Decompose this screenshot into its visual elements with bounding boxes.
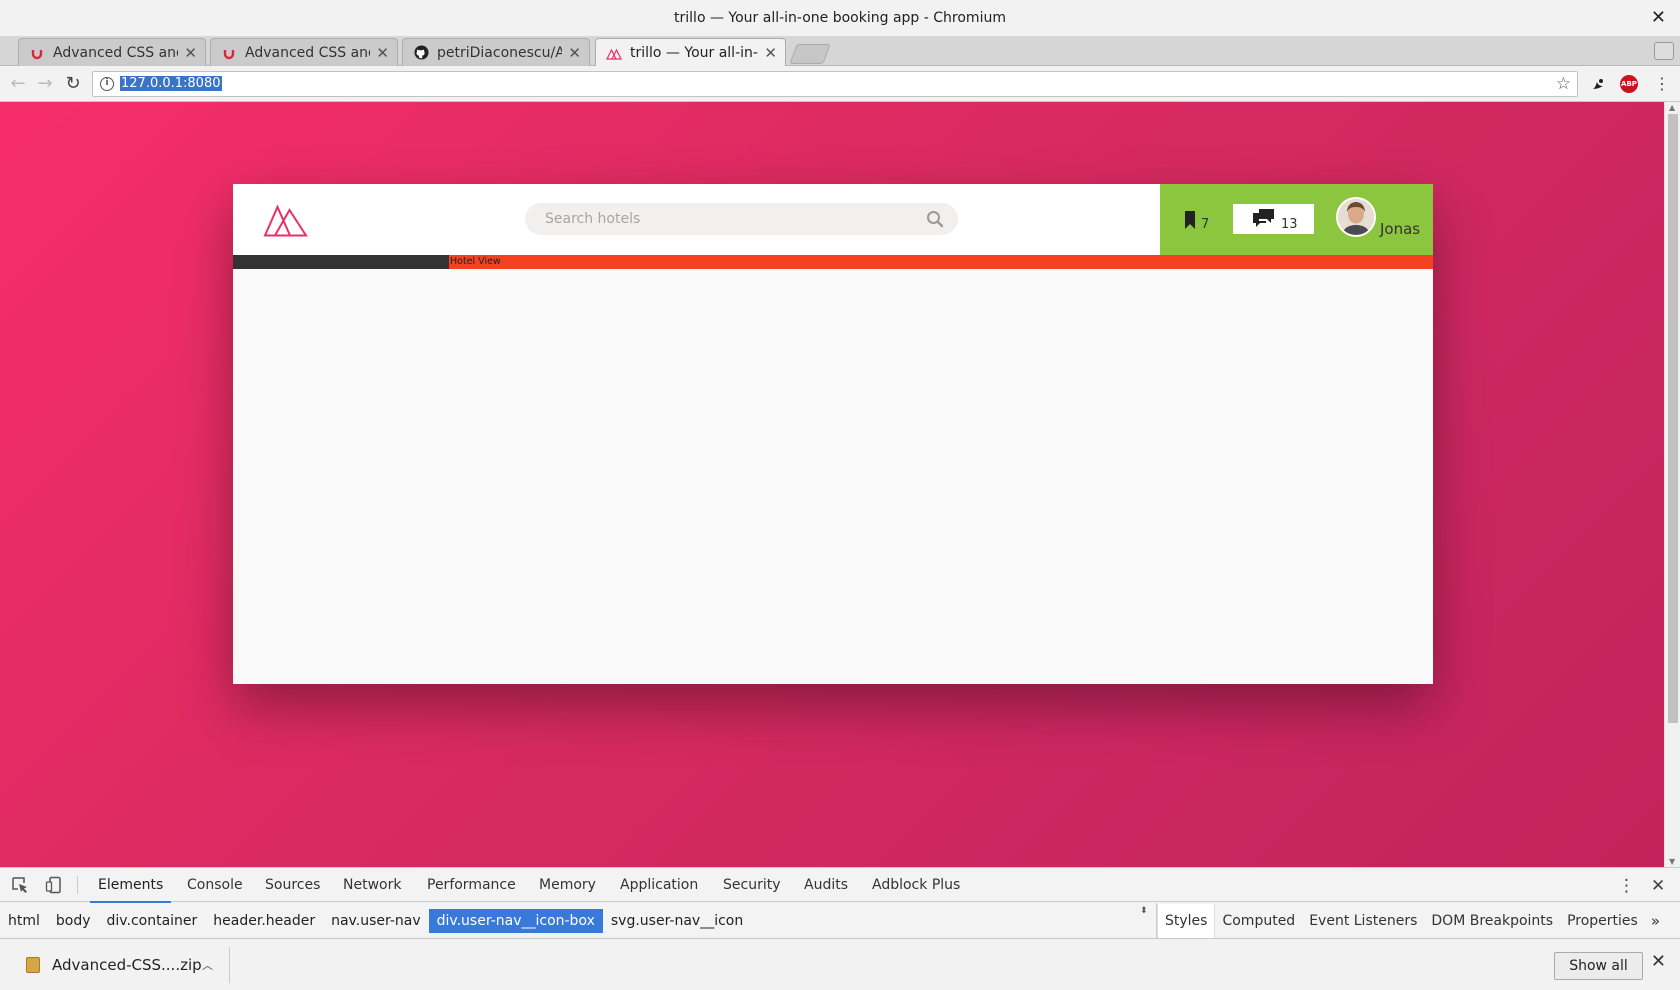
user-profile[interactable]: Jonas — [1336, 197, 1421, 238]
tab-title: trillo — Your all-in-o — [630, 45, 759, 61]
app-container: 7 13 — [233, 184, 1433, 684]
search-icon[interactable] — [926, 210, 944, 228]
adblock-icon[interactable]: ABP — [1620, 75, 1638, 93]
page-viewport: 7 13 — [0, 102, 1664, 867]
devtools-panel: Elements Console Sources Network Perform… — [0, 867, 1680, 939]
window-title: trillo — Your all-in-one booking app - C… — [674, 10, 1006, 26]
devtools-tab-adblock[interactable]: Adblock Plus — [864, 868, 968, 902]
avatar[interactable] — [1336, 197, 1376, 237]
udemy-icon — [29, 45, 45, 61]
info-icon[interactable]: i — [100, 77, 114, 91]
side-tab-event-listeners[interactable]: Event Listeners — [1302, 904, 1424, 938]
download-item[interactable]: Advanced-CSS....zip ︿ — [14, 947, 230, 983]
close-icon[interactable]: ✕ — [764, 44, 777, 62]
breadcrumb-item[interactable]: body — [48, 909, 99, 933]
url-text[interactable]: 127.0.0.1:8080 — [120, 76, 222, 91]
forward-icon[interactable]: → — [34, 72, 56, 94]
back-icon[interactable]: ← — [7, 72, 29, 94]
devtools-tab-memory[interactable]: Memory — [531, 868, 604, 902]
devtools-tab-sources[interactable]: Sources — [257, 868, 328, 902]
scrollbar-thumb[interactable] — [1668, 114, 1678, 723]
trillo-icon — [606, 45, 622, 61]
browser-tab-active[interactable]: trillo — Your all-in-o ✕ — [595, 38, 786, 67]
close-icon[interactable]: ✕ — [184, 44, 197, 62]
profile-icon[interactable] — [1654, 42, 1674, 60]
side-tab-properties[interactable]: Properties — [1560, 904, 1645, 938]
devtools-menu-icon[interactable]: ⋮ — [1618, 876, 1635, 896]
download-shelf: Advanced-CSS....zip ︿ Show all ✕ — [0, 938, 1680, 990]
show-all-button[interactable]: Show all — [1554, 952, 1643, 980]
devtools-tabbar: Elements Console Sources Network Perform… — [0, 868, 1680, 903]
sidebar — [233, 255, 449, 269]
browser-toolbar: ← → ↻ i 127.0.0.1:8080 ☆ ABP ⋮ — [0, 66, 1680, 102]
breadcrumb-item[interactable]: div.container — [99, 909, 206, 933]
breadcrumb-scroll-icon[interactable]: ⬍ — [1140, 906, 1148, 916]
user-name: Jonas — [1380, 220, 1421, 238]
devtools-close-icon[interactable]: ✕ — [1651, 876, 1665, 896]
close-icon[interactable]: ✕ — [568, 44, 581, 62]
breadcrumb-item[interactable]: header.header — [205, 909, 323, 933]
udemy-icon — [221, 45, 237, 61]
content-area: Hotel View — [233, 255, 1433, 269]
chevron-up-icon[interactable]: ︿ — [202, 957, 213, 973]
chat-icon — [1253, 209, 1274, 227]
side-tab-styles[interactable]: Styles — [1157, 904, 1216, 938]
browser-menu-icon[interactable]: ⋮ — [1654, 74, 1670, 93]
devtools-tab-security[interactable]: Security — [715, 868, 789, 902]
bookmarks-count: 7 — [1201, 217, 1210, 232]
scroll-down-icon[interactable]: ▼ — [1669, 857, 1675, 866]
tab-title: Advanced CSS and S — [245, 44, 370, 61]
devtools-tab-application[interactable]: Application — [612, 868, 706, 902]
address-bar[interactable]: i 127.0.0.1:8080 ☆ — [92, 71, 1578, 97]
hotel-view-label: Hotel View — [450, 256, 501, 267]
download-file-name[interactable]: Advanced-CSS....zip — [52, 956, 202, 974]
zip-file-icon — [26, 957, 40, 973]
inspect-element-icon[interactable] — [11, 876, 29, 894]
search-form — [525, 203, 958, 235]
devtools-tab-console[interactable]: Console — [179, 868, 251, 902]
chat-icon-box[interactable]: 13 — [1233, 204, 1314, 234]
devtools-tab-network[interactable]: Network — [335, 868, 409, 902]
tab-title: petriDiaconescu/Adv — [437, 44, 563, 61]
tab-strip: Advanced CSS and S ✕ Advanced CSS and S … — [0, 36, 1680, 67]
trillo-logo-icon[interactable] — [263, 204, 308, 237]
toolbar-divider — [77, 876, 78, 894]
breadcrumb-item[interactable]: svg.user-nav__icon — [603, 909, 751, 933]
bookmarks-icon-box[interactable]: 7 — [1184, 204, 1209, 234]
more-tabs-icon[interactable]: » — [1651, 912, 1660, 930]
breadcrumb-item[interactable]: html — [0, 909, 48, 933]
sidebar-pane-tabs: Styles Computed Event Listeners DOM Brea… — [1156, 903, 1680, 939]
search-input[interactable] — [525, 203, 905, 235]
breadcrumb-item[interactable]: nav.user-nav — [323, 909, 429, 933]
devtools-tab-elements[interactable]: Elements — [90, 868, 172, 903]
app-header: 7 13 — [233, 184, 1433, 255]
device-toolbar-icon[interactable] — [45, 876, 63, 894]
github-icon — [413, 45, 429, 61]
devtools-tab-performance[interactable]: Performance — [419, 868, 524, 902]
window-titlebar: trillo — Your all-in-one booking app - C… — [0, 0, 1680, 36]
user-nav: 7 13 Jonas — [1160, 184, 1433, 255]
side-tab-dom-breakpoints[interactable]: DOM Breakpoints — [1424, 904, 1560, 938]
chat-count: 13 — [1281, 217, 1298, 232]
side-tab-computed[interactable]: Computed — [1215, 904, 1302, 938]
browser-tab[interactable]: Advanced CSS and S ✕ — [18, 38, 206, 66]
close-icon[interactable]: ✕ — [376, 44, 389, 62]
page-scrollbar[interactable]: ▲ ▼ — [1664, 102, 1680, 867]
extension-icon[interactable] — [1589, 75, 1607, 93]
breadcrumb-item-selected[interactable]: div.user-nav__icon-box — [428, 909, 603, 933]
tab-title: Advanced CSS and S — [53, 44, 178, 61]
scroll-up-icon[interactable]: ▲ — [1669, 103, 1675, 112]
bookmark-icon — [1185, 211, 1195, 229]
close-icon[interactable]: ✕ — [1651, 951, 1666, 972]
browser-tab[interactable]: Advanced CSS and S ✕ — [210, 38, 398, 66]
window-close-icon[interactable]: ✕ — [1651, 7, 1666, 28]
dom-breadcrumb: html body div.container header.header na… — [0, 903, 1152, 939]
reload-icon[interactable]: ↻ — [62, 72, 84, 94]
browser-tab[interactable]: petriDiaconescu/Adv ✕ — [402, 38, 590, 66]
bookmark-star-icon[interactable]: ☆ — [1556, 74, 1571, 94]
new-tab-button[interactable] — [789, 44, 831, 64]
devtools-tab-audits[interactable]: Audits — [796, 868, 856, 902]
